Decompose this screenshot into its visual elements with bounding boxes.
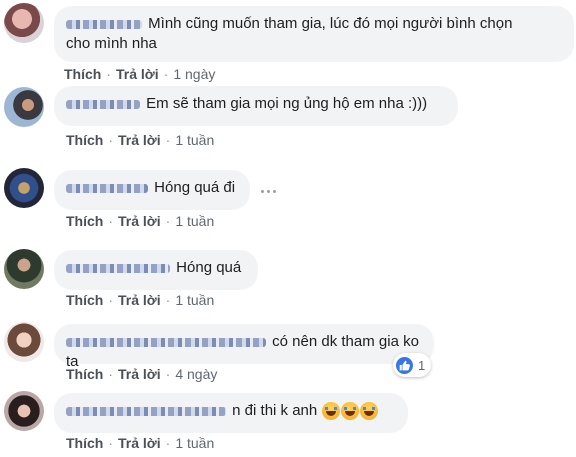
- comment-actions: Thích · Trả lời · 1 ngày: [64, 66, 216, 82]
- more-options-icon[interactable]: [261, 188, 279, 194]
- like-link[interactable]: Thích: [66, 213, 103, 229]
- reply-link[interactable]: Trả lời: [118, 213, 161, 229]
- timestamp[interactable]: 1 ngày: [173, 66, 215, 82]
- comment-actions: Thích · Trả lời · 4 ngày: [66, 366, 218, 382]
- laughing-tears-emoji-icon: [360, 402, 379, 421]
- like-link[interactable]: Thích: [66, 366, 103, 382]
- avatar[interactable]: [4, 249, 44, 289]
- reply-link[interactable]: Trả lời: [118, 292, 161, 308]
- commenter-name[interactable]: [66, 183, 148, 193]
- avatar[interactable]: [4, 168, 44, 208]
- like-link[interactable]: Thích: [64, 66, 101, 82]
- reply-link[interactable]: Trả lời: [118, 435, 161, 451]
- comment-bubble: Hóng quá: [54, 250, 258, 290]
- comment-actions: Thích · Trả lời · 1 tuần: [66, 292, 215, 308]
- timestamp[interactable]: 1 tuần: [175, 292, 214, 308]
- timestamp[interactable]: 1 tuần: [175, 435, 214, 451]
- like-link[interactable]: Thích: [66, 132, 103, 148]
- comment-text: Em sẽ tham gia mọi ng ủng hộ em nha :))): [146, 95, 428, 112]
- comment-bubble: Em sẽ tham gia mọi ng ủng hộ em nha :))): [54, 86, 458, 126]
- timestamp[interactable]: 4 ngày: [175, 366, 217, 382]
- comment-bubble: Mình cũng muốn tham gia, lúc đó mọi ngườ…: [54, 6, 574, 62]
- avatar[interactable]: [4, 391, 44, 431]
- like-icon: [396, 356, 413, 374]
- laughing-tears-emoji-icon: [341, 402, 360, 421]
- like-link[interactable]: Thích: [66, 292, 103, 308]
- comment-text-continued: cho mình nha: [66, 35, 157, 52]
- comment-text: Mình cũng muốn tham gia, lúc đó mọi ngườ…: [148, 15, 513, 32]
- commenter-name[interactable]: [66, 337, 266, 347]
- comment-text: Hóng quá: [176, 259, 242, 276]
- comment-text: Hóng quá đi: [154, 179, 236, 196]
- avatar[interactable]: [4, 3, 44, 43]
- comment-actions: Thích · Trả lời · 1 tuần: [66, 213, 215, 229]
- commenter-name[interactable]: [66, 406, 226, 416]
- comment-bubble: Hóng quá đi: [54, 170, 250, 210]
- reaction-count[interactable]: 1: [393, 353, 432, 377]
- reply-link[interactable]: Trả lời: [116, 66, 159, 82]
- avatar[interactable]: [4, 87, 44, 127]
- reply-link[interactable]: Trả lời: [118, 366, 161, 382]
- comment-bubble: có nên dk tham gia ko ta: [54, 324, 434, 370]
- comment-actions: Thích · Trả lời · 1 tuần: [66, 132, 215, 148]
- reaction-number: 1: [418, 357, 426, 373]
- commenter-name[interactable]: [66, 19, 142, 29]
- commenter-name[interactable]: [66, 263, 170, 273]
- like-link[interactable]: Thích: [66, 435, 103, 451]
- comment-actions: Thích · Trả lời · 1 tuần: [66, 435, 215, 451]
- commenter-name[interactable]: [66, 99, 140, 109]
- timestamp[interactable]: 1 tuần: [175, 132, 214, 148]
- avatar[interactable]: [4, 322, 44, 362]
- timestamp[interactable]: 1 tuần: [175, 213, 214, 229]
- comment-text: n đi thi k anh: [232, 402, 318, 419]
- comment-bubble: n đi thi k anh: [54, 393, 408, 433]
- laughing-tears-emoji-icon: [322, 402, 341, 421]
- reply-link[interactable]: Trả lời: [118, 132, 161, 148]
